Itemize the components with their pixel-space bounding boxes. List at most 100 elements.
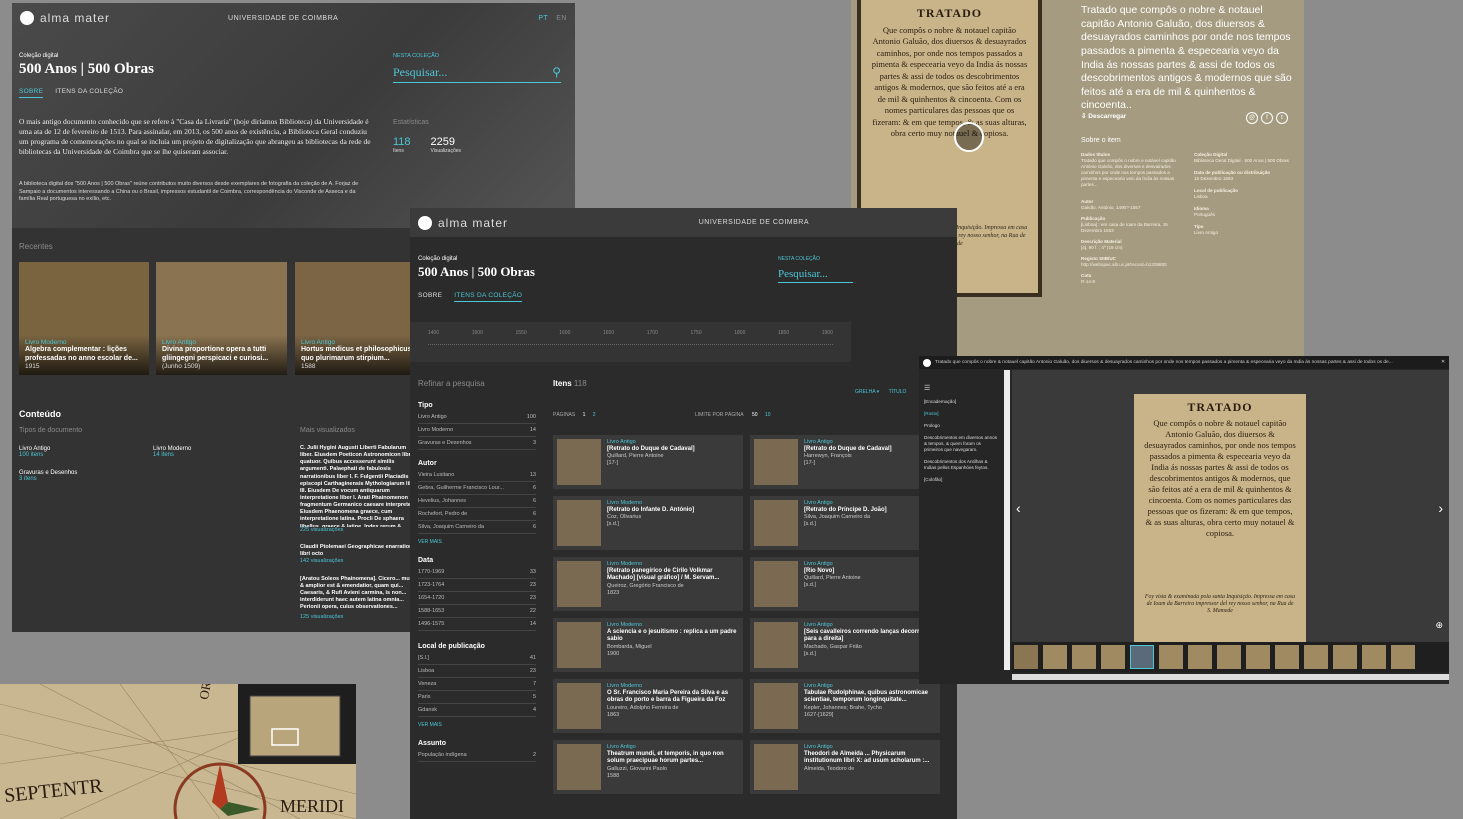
page-thumbnail-active[interactable] — [1130, 645, 1154, 669]
search-input[interactable]: Pesquisar... — [778, 266, 853, 283]
facet-row[interactable]: Livro Antigo 100 — [418, 411, 536, 424]
facet-row[interactable]: Gebra, Guilherme Francisco Lour... 6 — [418, 482, 536, 495]
tab-about[interactable]: SOBRE — [19, 88, 44, 98]
page-2[interactable]: 2 — [593, 412, 596, 418]
search-icon[interactable]: ⚲ — [552, 65, 561, 80]
page-thumbnail[interactable] — [1217, 645, 1241, 669]
tab-items[interactable]: ITENS DA COLEÇÃO — [454, 292, 523, 302]
viewer-canvas[interactable]: ‹ › TRATADO Que compôs o nobre & notauel… — [1012, 370, 1449, 642]
lang-pt[interactable]: PT — [538, 15, 548, 22]
facet-row[interactable]: Silva, Joaquim Carneiro da 6 — [418, 521, 536, 534]
grid-view-toggle[interactable]: GRELHA — [855, 389, 875, 395]
field-link[interactable]: http://webopac.sib.uc.pt/record=b1208800 — [1081, 262, 1181, 268]
search-input[interactable]: Pesquisar... ⚲ — [393, 63, 561, 83]
toc-item[interactable]: Descobrimentos dos Antilhas & Indias pel… — [924, 459, 1000, 471]
download-link[interactable]: ⇩ Descarregar — [1081, 112, 1126, 120]
menu-icon[interactable]: ☰ — [924, 384, 1000, 393]
facet-row[interactable]: Lisboa 23 — [418, 665, 536, 678]
facet-row[interactable]: Veneza 7 — [418, 678, 536, 691]
item-card[interactable]: Livro Antigo Tabulae Rudolphinae, quibus … — [750, 679, 940, 733]
zoom-controls-icon[interactable]: ⊕ — [1435, 620, 1443, 631]
most-viewed-item[interactable]: C. Julii Hygini Augusti Liberti Fabularu… — [300, 445, 420, 527]
facet-row[interactable]: População indígena 2 — [418, 749, 536, 762]
facet-row[interactable]: 1588-1653 22 — [418, 605, 536, 618]
item-card[interactable]: Livro Antigo [Seis cavalleiros correndo l… — [750, 618, 940, 672]
brand-name[interactable]: alma mater — [40, 11, 110, 25]
facet-row[interactable]: 1654-1720 23 — [418, 592, 536, 605]
page-thumbnail[interactable] — [1246, 645, 1270, 669]
item-card[interactable]: Livro Antigo [Retrato do Duque de Cadaval… — [750, 435, 940, 489]
page-thumbnail[interactable] — [1362, 645, 1386, 669]
page-thumbnail[interactable] — [1072, 645, 1096, 669]
facet-row[interactable]: [S.l.] 41 — [418, 652, 536, 665]
page-thumbnail[interactable] — [1333, 645, 1357, 669]
logo-icon[interactable] — [418, 215, 432, 230]
tab-about[interactable]: SOBRE — [418, 292, 442, 302]
facet-row[interactable]: 1723-1764 23 — [418, 579, 536, 592]
facet-row[interactable]: Hevelius, Johannes 6 — [418, 495, 536, 508]
item-card[interactable]: Livro Moderno O Sr. Francisco Maria Perei… — [553, 679, 743, 733]
toc-item[interactable]: [Rosto] — [924, 411, 1000, 417]
timeline[interactable]: 1400 1500 1550 1600 1650 1700 1750 1800 1850 1900 — [410, 322, 851, 362]
page-thumbnail[interactable] — [1101, 645, 1125, 669]
logo-icon[interactable] — [20, 11, 34, 25]
page-thumbnail[interactable] — [1304, 645, 1328, 669]
twitter-icon[interactable]: t — [1276, 112, 1288, 124]
facet-row[interactable]: Rochefort, Pedro de 6 — [418, 508, 536, 521]
email-icon[interactable]: @ — [1246, 112, 1258, 124]
toc-item[interactable]: Descobrimentos em diversos annos & tempo… — [924, 435, 1000, 453]
doc-type-item[interactable]: Livro Antigo 100 itens — [19, 446, 50, 458]
recent-card[interactable]: Livro Antigo Hortus medicus et philosophi… — [295, 262, 426, 375]
toc-item[interactable]: [Colofão] — [924, 477, 1000, 483]
university-logo[interactable]: UNIVERSIDADE DE COIMBRA — [699, 219, 809, 226]
limit-10[interactable]: 10 — [765, 412, 771, 418]
see-more-link[interactable]: VER MAIS — [418, 539, 536, 545]
prev-page-icon[interactable]: ‹ — [1016, 500, 1021, 516]
page-1[interactable]: 1 — [583, 412, 586, 418]
field-link[interactable]: Biblioteca Geral Digital · 500 Anos | 50… — [1194, 158, 1294, 164]
facet-row[interactable]: Livro Moderno 14 — [418, 424, 536, 437]
item-card[interactable]: Livro Moderno [Retrato do Infante D. Antó… — [553, 496, 743, 550]
item-card[interactable]: Livro Moderno A sciencia e o jesuitismo :… — [553, 618, 743, 672]
see-more-link[interactable]: VER MAIS — [418, 722, 536, 728]
viewer-logo-icon[interactable] — [923, 358, 931, 367]
facebook-icon[interactable]: f — [1261, 112, 1273, 124]
item-card[interactable]: Livro Antigo [Retrato do Duque de Cadaval… — [553, 435, 743, 489]
page-thumbnail[interactable] — [1014, 645, 1038, 669]
brand-name[interactable]: alma mater — [438, 216, 508, 230]
facet-row[interactable]: 1770-1969 33 — [418, 566, 536, 579]
tab-items[interactable]: ITENS DA COLEÇÃO — [55, 88, 123, 98]
zoom-icon[interactable] — [954, 122, 984, 152]
item-card[interactable]: Livro Antigo [Rio Novo] Quillard, Pierre A… — [750, 557, 940, 611]
university-logo[interactable]: UNIVERSIDADE DE COIMBRA — [228, 15, 338, 22]
recent-card[interactable]: Livro Antigo Divina proportione opera a t… — [156, 262, 287, 375]
lang-en[interactable]: EN — [556, 15, 567, 22]
toc-item[interactable]: [Encadernação] — [924, 399, 1000, 405]
limit-50[interactable]: 50 — [752, 412, 758, 418]
item-card[interactable]: Livro Antigo [Retrato do Príncipe D. João… — [750, 496, 940, 550]
toc-item[interactable]: Prologo — [924, 423, 1000, 429]
facet-row[interactable]: 1496-1575 14 — [418, 618, 536, 631]
most-viewed-title[interactable]: Claudii Ptolemaei Geographicae enarratio… — [300, 544, 420, 558]
item-card[interactable]: Livro Antigo Theatrum mundi, et temporis,… — [553, 740, 743, 794]
thumbnail-scrollbar[interactable] — [1012, 674, 1449, 680]
doc-type-item[interactable]: Gravuras e Desenhos 3 itens — [19, 470, 77, 482]
page-thumbnail[interactable] — [1391, 645, 1415, 669]
page-thumbnail[interactable] — [1043, 645, 1067, 669]
next-page-icon[interactable]: › — [1438, 500, 1443, 516]
doc-type-item[interactable]: Livro Moderno 14 itens — [153, 446, 191, 458]
facet-row[interactable]: Vieira Lusitano 13 — [418, 469, 536, 482]
page-thumbnail[interactable] — [1275, 645, 1299, 669]
sort-title[interactable]: TÍTULO — [889, 389, 907, 395]
facet-row[interactable]: Gravuras e Desenhos 3 — [418, 437, 536, 450]
item-card[interactable]: Livro Antigo Theodori de Almeida ... Phys… — [750, 740, 940, 794]
facet-row[interactable]: Paris 5 — [418, 691, 536, 704]
page-thumbnail[interactable] — [1188, 645, 1212, 669]
item-card[interactable]: Livro Moderno [Retrato panegírico de Ciri… — [553, 557, 743, 611]
most-viewed-title[interactable]: [Aratou Soleos Phainomena]. Cicero... mu… — [300, 576, 420, 614]
close-icon[interactable]: ✕ — [1437, 360, 1445, 365]
toc-scrollbar[interactable] — [1004, 370, 1010, 670]
recent-card[interactable]: Livro Moderno Algebra complementar : liçõ… — [19, 262, 149, 375]
facet-row[interactable]: Gdansk 4 — [418, 704, 536, 717]
page-thumbnail[interactable] — [1159, 645, 1183, 669]
